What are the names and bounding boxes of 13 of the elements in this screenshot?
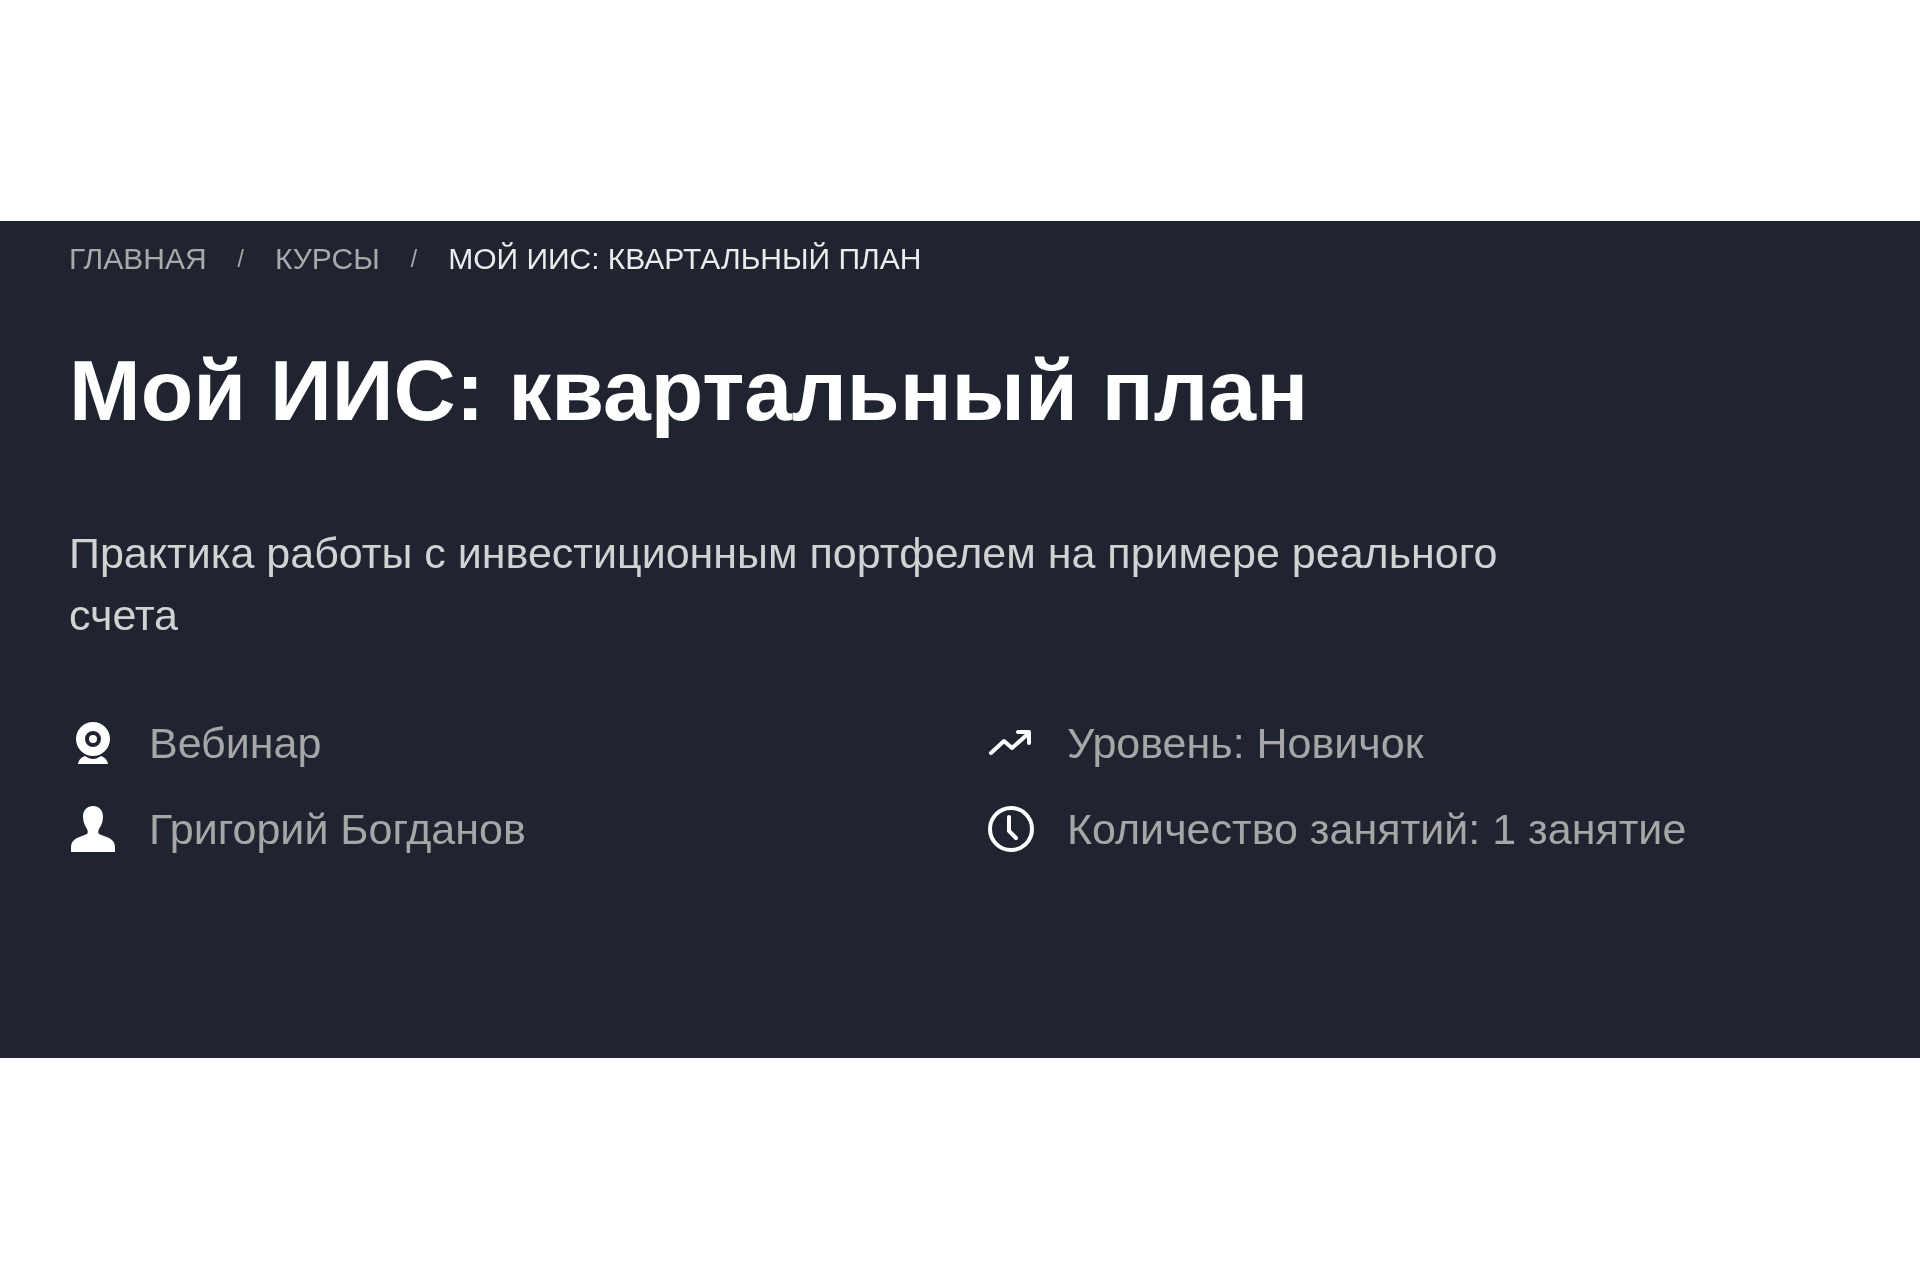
breadcrumb-current: МОЙ ИИС: КВАРТАЛЬНЫЙ ПЛАН [448, 241, 922, 277]
clock-icon [987, 805, 1035, 853]
person-icon [69, 805, 117, 853]
course-info-text: Количество занятий: 1 занятие [1067, 803, 1687, 855]
course-info-text: Уровень: Новичок [1067, 717, 1424, 769]
course-info-text: Григорий Богданов [149, 803, 526, 855]
course-info-text: Вебинар [149, 717, 322, 769]
breadcrumb-separator: / [236, 245, 245, 274]
breadcrumb-link[interactable]: ГЛАВНАЯ [69, 241, 207, 277]
course-title: Мой ИИС: квартальный план [69, 341, 1310, 440]
course-description: Практика работы с инвестиционным портфелем на примере реального счета [69, 528, 1499, 641]
breadcrumb-link[interactable]: КУРСЫ [275, 241, 380, 277]
breadcrumb-separator: / [409, 245, 419, 274]
